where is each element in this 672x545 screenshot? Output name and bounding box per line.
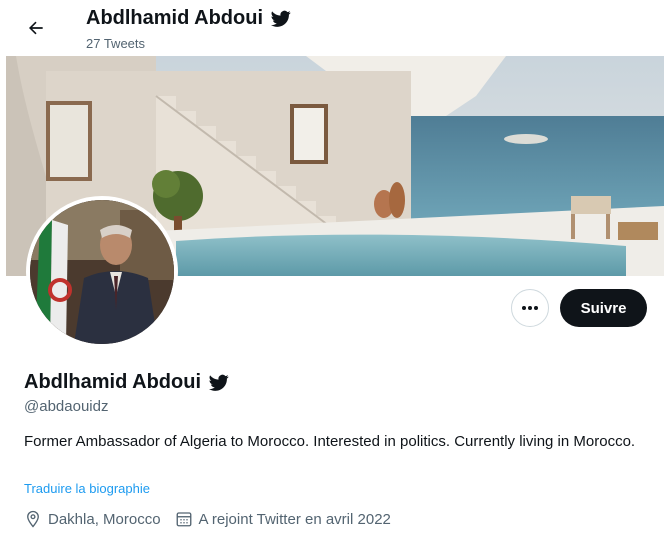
translate-bio-link[interactable]: Traduire la biographie [24,481,150,496]
back-button[interactable] [20,12,52,44]
profile-handle: @abdaouidz [24,398,109,415]
header-name: Abdlhamid Abdoui [86,7,264,29]
avatar-image [30,200,174,344]
location-text: Dakhla, Morocco [48,510,161,528]
profile-meta: Dakhla, Morocco A rejoint Twitter en avr… [24,510,399,528]
joined-item: A rejoint Twitter en avril 2022 [175,510,391,528]
more-options-button[interactable] [511,289,549,327]
profile-name: Abdlhamid Abdoui [24,371,202,393]
profile-bio: Former Ambassador of Algeria to Morocco.… [24,433,636,450]
joined-text: A rejoint Twitter en avril 2022 [198,510,391,528]
header-name-row: Abdlhamid Abdoui [86,7,291,30]
back-arrow-icon [29,21,43,35]
bird-icon [271,10,291,27]
location-pin-icon [27,510,39,528]
bird-icon [209,374,229,391]
more-icon [522,306,538,310]
profile-name-row: Abdlhamid Abdoui [24,371,229,394]
calendar-icon [176,512,191,527]
profile-header-bar: Abdlhamid Abdoui 27 Tweets [0,0,672,56]
follow-button[interactable]: Suivre [560,289,647,327]
tweet-count: 27 Tweets [86,36,146,51]
profile-avatar[interactable] [26,196,178,348]
location-item: Dakhla, Morocco [24,510,161,528]
